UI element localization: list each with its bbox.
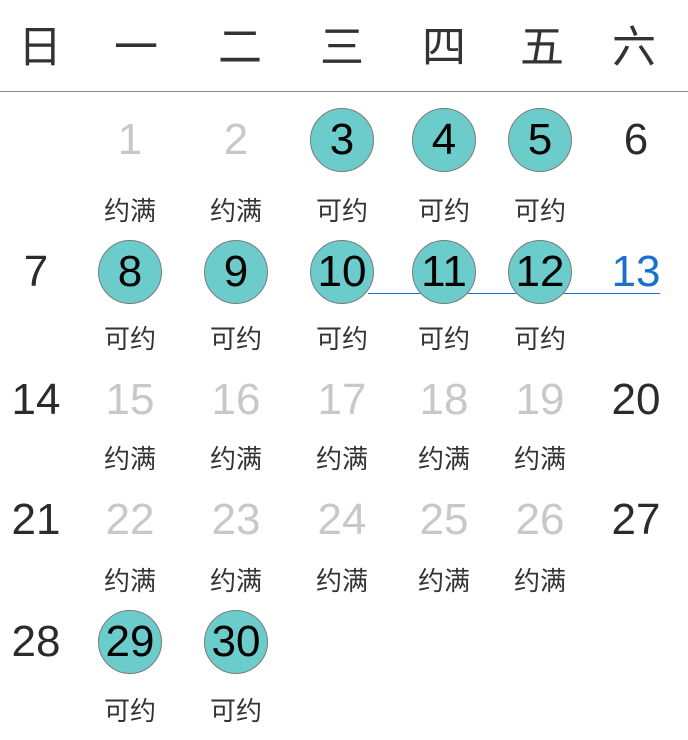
day-number[interactable]: 29 <box>80 617 180 667</box>
weekday-wed: 三 <box>320 22 364 73</box>
day-number[interactable]: 10 <box>292 247 392 297</box>
status-available: 可约 <box>103 697 156 727</box>
day-number: 1 <box>117 115 143 164</box>
day-number[interactable]: 12 <box>490 247 590 297</box>
status-available: 可约 <box>209 697 262 727</box>
header-divider <box>0 91 688 92</box>
day-number: 13 <box>611 247 661 296</box>
weekday-fri: 五 <box>520 22 564 73</box>
status-full: 约满 <box>315 567 368 597</box>
day-number: 18 <box>419 375 469 424</box>
day-number: 25 <box>419 495 469 544</box>
status-full: 约满 <box>315 445 368 475</box>
status-full: 约满 <box>513 567 566 597</box>
day-number: 20 <box>611 375 661 424</box>
status-full: 约满 <box>103 445 156 475</box>
day-number[interactable]: 30 <box>186 617 286 667</box>
day-number[interactable]: 5 <box>490 115 590 165</box>
day-number: 27 <box>611 495 661 544</box>
weekday-sat: 六 <box>612 22 656 73</box>
status-available: 可约 <box>315 197 368 227</box>
status-full: 约满 <box>417 445 470 475</box>
status-full: 约满 <box>103 567 156 597</box>
weekday-header: 日 一 二 三 四 五 六 <box>0 0 688 92</box>
weekday-thu: 四 <box>422 22 466 73</box>
status-available: 可约 <box>513 197 566 227</box>
status-available: 可约 <box>417 197 470 227</box>
day-number: 7 <box>23 247 49 296</box>
day-number: 22 <box>105 495 155 544</box>
day-number: 15 <box>105 375 155 424</box>
status-available: 可约 <box>209 325 262 355</box>
day-number: 19 <box>515 375 565 424</box>
weekday-tue: 二 <box>218 22 262 73</box>
day-number: 24 <box>317 495 367 544</box>
day-number[interactable]: 11 <box>394 247 494 297</box>
status-full: 约满 <box>103 197 156 227</box>
status-available: 可约 <box>417 325 470 355</box>
day-number: 14 <box>11 375 61 424</box>
day-number[interactable]: 9 <box>186 247 286 297</box>
day-number: 16 <box>211 375 261 424</box>
day-number[interactable]: 4 <box>394 115 494 165</box>
status-full: 约满 <box>209 445 262 475</box>
weekday-mon: 一 <box>114 22 158 73</box>
status-available: 可约 <box>103 325 156 355</box>
status-available: 可约 <box>513 325 566 355</box>
day-number[interactable]: 3 <box>292 115 392 165</box>
day-number: 6 <box>623 115 649 164</box>
day-number: 26 <box>515 495 565 544</box>
weekday-sun: 日 <box>18 22 62 73</box>
status-full: 约满 <box>513 445 566 475</box>
day-number[interactable]: 8 <box>80 247 180 297</box>
status-full: 约满 <box>209 567 262 597</box>
status-full: 约满 <box>417 567 470 597</box>
day-number: 17 <box>317 375 367 424</box>
status-available: 可约 <box>315 325 368 355</box>
day-number: 28 <box>11 617 61 666</box>
day-number: 23 <box>211 495 261 544</box>
status-full: 约满 <box>209 197 262 227</box>
day-number: 21 <box>11 495 61 544</box>
day-number: 2 <box>223 115 249 164</box>
